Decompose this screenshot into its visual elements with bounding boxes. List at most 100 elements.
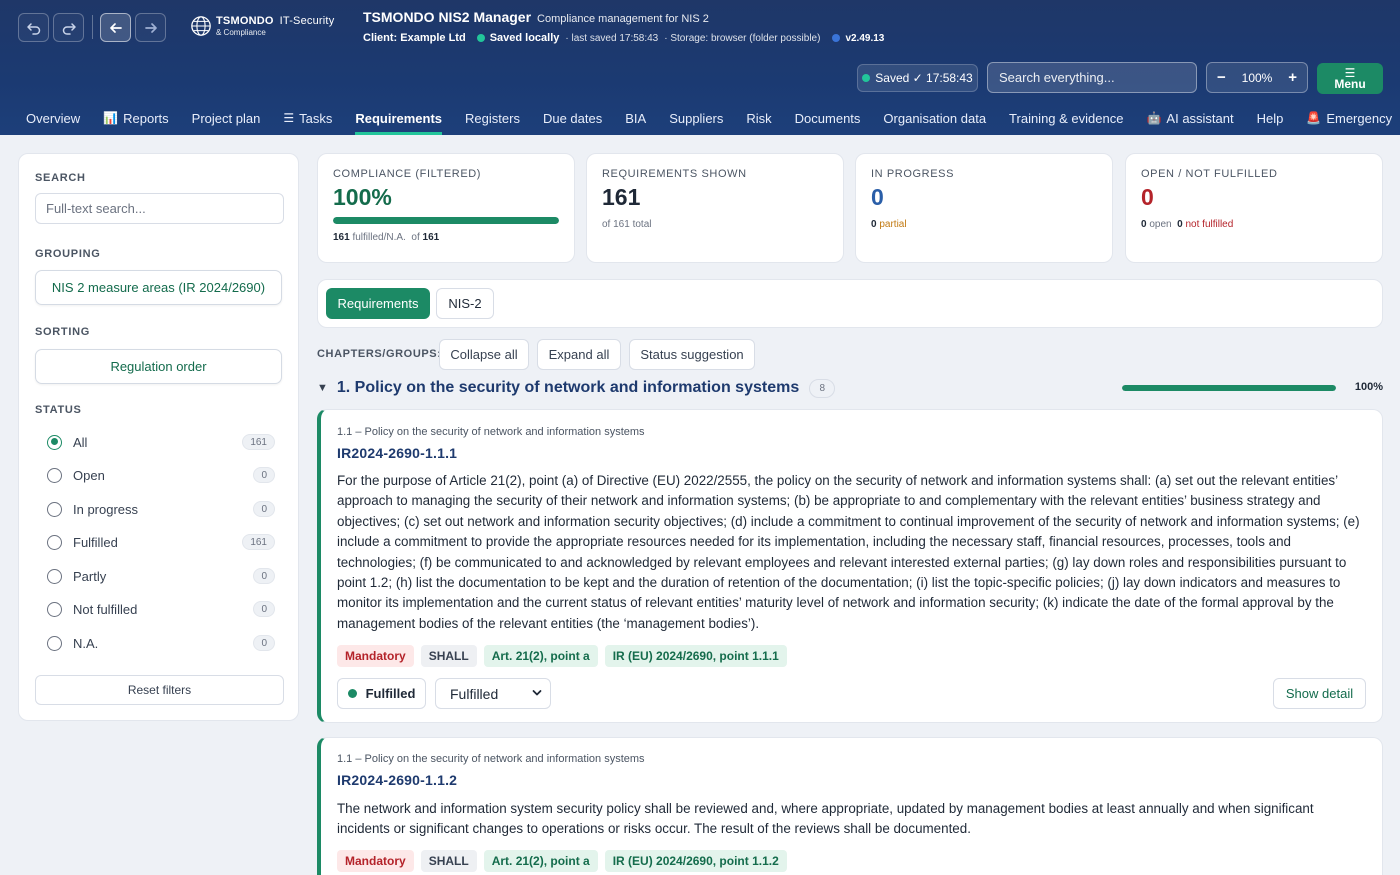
open-value: 0 [1141, 184, 1154, 210]
caret-down-icon[interactable]: ▼ [317, 382, 328, 394]
requirement-tags: Mandatory SHALL Art. 21(2), point a IR (… [337, 645, 794, 667]
status-option-label: N.A. [73, 635, 99, 651]
stat-title: IN PROGRESS [871, 168, 955, 180]
status-option-partly[interactable]: Partly 0 [47, 566, 275, 586]
status-pill-text: Fulfilled [365, 686, 416, 701]
nav-emergency[interactable]: 🚨 Emergency [1306, 101, 1392, 135]
stat-title: OPEN / NOT FULFILLED [1141, 168, 1278, 180]
last-saved: · last saved 17:58:43 [565, 32, 659, 44]
requirement-card: 1.1 – Policy on the security of network … [317, 737, 1383, 875]
collapse-all-button[interactable]: Collapse all [439, 339, 529, 370]
partial-count: 0 [871, 219, 877, 230]
toolbar-divider [92, 15, 93, 39]
grouping-select[interactable]: NIS 2 measure areas (IR 2024/2690) [35, 270, 282, 305]
expand-all-button[interactable]: Expand all [537, 339, 621, 370]
radio-icon [47, 534, 62, 550]
search-label: SEARCH [35, 172, 86, 184]
brand-logo: TSMONDO IT-Security & Compliance [190, 15, 334, 37]
group-title: 1. Policy on the security of network and… [336, 379, 800, 396]
compliance-value: 100% [333, 184, 392, 210]
nav-documents[interactable]: Documents [795, 101, 861, 135]
forward-button[interactable] [135, 13, 166, 42]
compliance-progress-fill [333, 217, 559, 224]
saved-badge: Saved ✓ 17:58:43 [857, 64, 978, 92]
stat-title: COMPLIANCE (FILTERED) [333, 168, 482, 180]
status-pill: Fulfilled [337, 678, 426, 709]
nav-organisation-data[interactable]: Organisation data [883, 101, 986, 135]
arrow-right-icon [144, 22, 157, 33]
zoom-out-button[interactable]: − [1217, 69, 1226, 86]
sorting-select[interactable]: Regulation order [35, 349, 282, 384]
shown-sub: of 161 total [602, 219, 652, 230]
undo-icon [26, 22, 40, 35]
nav-registers[interactable]: Registers [465, 101, 520, 135]
status-option-label: Partly [73, 568, 107, 584]
open-count: 0 [1141, 219, 1147, 230]
nav-bia-label: BIA [625, 110, 647, 126]
tab-requirements[interactable]: Requirements [326, 288, 430, 319]
nav-risk[interactable]: Risk [746, 101, 771, 135]
status-option-all[interactable]: All 161 [47, 432, 275, 452]
group-progress-fill [1122, 385, 1336, 391]
status-option-not-fulfilled[interactable]: Not fulfilled 0 [47, 599, 275, 619]
client-name: Client: Example Ltd [363, 32, 466, 44]
status-count-badge: 0 [253, 601, 275, 617]
back-button[interactable] [100, 13, 131, 42]
app-title-text: TSMONDO NIS2 Manager [363, 9, 532, 25]
redo-button[interactable] [53, 13, 84, 42]
app-header: TSMONDO IT-Security & Compliance TSMONDO … [0, 0, 1400, 135]
status-option-na[interactable]: N.A. 0 [47, 633, 275, 653]
reset-filters-button[interactable]: Reset filters [35, 675, 284, 705]
nav-requirements[interactable]: Requirements [355, 101, 442, 135]
filter-sidebar: SEARCH GROUPING NIS 2 measure areas (IR … [18, 153, 299, 721]
status-count-badge: 0 [253, 568, 275, 584]
in-progress-sub: 0 partial [871, 219, 1097, 230]
status-option-in-progress[interactable]: In progress 0 [47, 499, 275, 519]
status-count-badge: 0 [253, 635, 275, 651]
nav-project-plan[interactable]: Project plan [192, 101, 261, 135]
status-suggestion-button[interactable]: Status suggestion [629, 339, 755, 370]
show-detail-button[interactable]: Show detail [1273, 678, 1366, 709]
status-select-value: Fulfilled [450, 685, 499, 702]
arrow-left-icon [109, 22, 122, 33]
not-fulfilled-count: 0 [1177, 219, 1183, 230]
nav-reports[interactable]: 📊 Reports [103, 101, 168, 135]
radio-icon [47, 601, 62, 617]
nav-tasks[interactable]: ☰ Tasks [283, 101, 332, 135]
radio-icon [47, 501, 62, 517]
nav-training-evidence[interactable]: Training & evidence [1009, 101, 1123, 135]
nav-due-dates[interactable]: Due dates [543, 101, 602, 135]
sorting-label: SORTING [35, 326, 91, 338]
tab-nis2[interactable]: NIS-2 [436, 288, 494, 319]
group-header[interactable]: ▼ 1. Policy on the security of network a… [317, 377, 1383, 399]
nav-help[interactable]: Help [1257, 101, 1284, 135]
tag-shall: SHALL [420, 645, 477, 667]
status-select[interactable]: Fulfilled [435, 678, 551, 709]
stat-card-requirements-shown: REQUIREMENTS SHOWN 161 of 161 total [586, 153, 844, 263]
saved-status: Saved locally [489, 32, 560, 44]
status-option-label: Open [73, 467, 105, 483]
status-option-open[interactable]: Open 0 [47, 465, 275, 485]
fulltext-search-input[interactable] [35, 193, 284, 224]
tag-regulation: IR (EU) 2024/2690, point 1.1.2 [604, 850, 787, 872]
menu-button[interactable]: ☰ Menu [1317, 63, 1383, 94]
nav-ai-assistant[interactable]: 🤖 AI assistant [1146, 101, 1233, 135]
requirement-card: 1.1 – Policy on the security of network … [317, 409, 1383, 723]
nav-tasks-label: Tasks [299, 110, 333, 126]
status-option-label: All [73, 434, 88, 450]
chapters-label: CHAPTERS/GROUPS: [317, 348, 442, 360]
tag-mandatory: Mandatory [337, 850, 414, 872]
version-dot-icon [832, 34, 841, 42]
global-search-input[interactable] [987, 62, 1197, 93]
nav-suppliers[interactable]: Suppliers [669, 101, 723, 135]
status-label: STATUS [35, 404, 82, 416]
nav-bia[interactable]: BIA [625, 101, 646, 135]
nav-suppliers-label: Suppliers [669, 110, 724, 126]
nav-training-evidence-label: Training & evidence [1009, 110, 1124, 126]
list-icon: ☰ [283, 111, 295, 125]
nav-overview[interactable]: Overview [26, 101, 80, 135]
status-option-fulfilled[interactable]: Fulfilled 161 [47, 532, 275, 552]
siren-icon: 🚨 [1306, 111, 1322, 125]
zoom-in-button[interactable]: + [1288, 69, 1297, 86]
undo-button[interactable] [18, 13, 49, 42]
